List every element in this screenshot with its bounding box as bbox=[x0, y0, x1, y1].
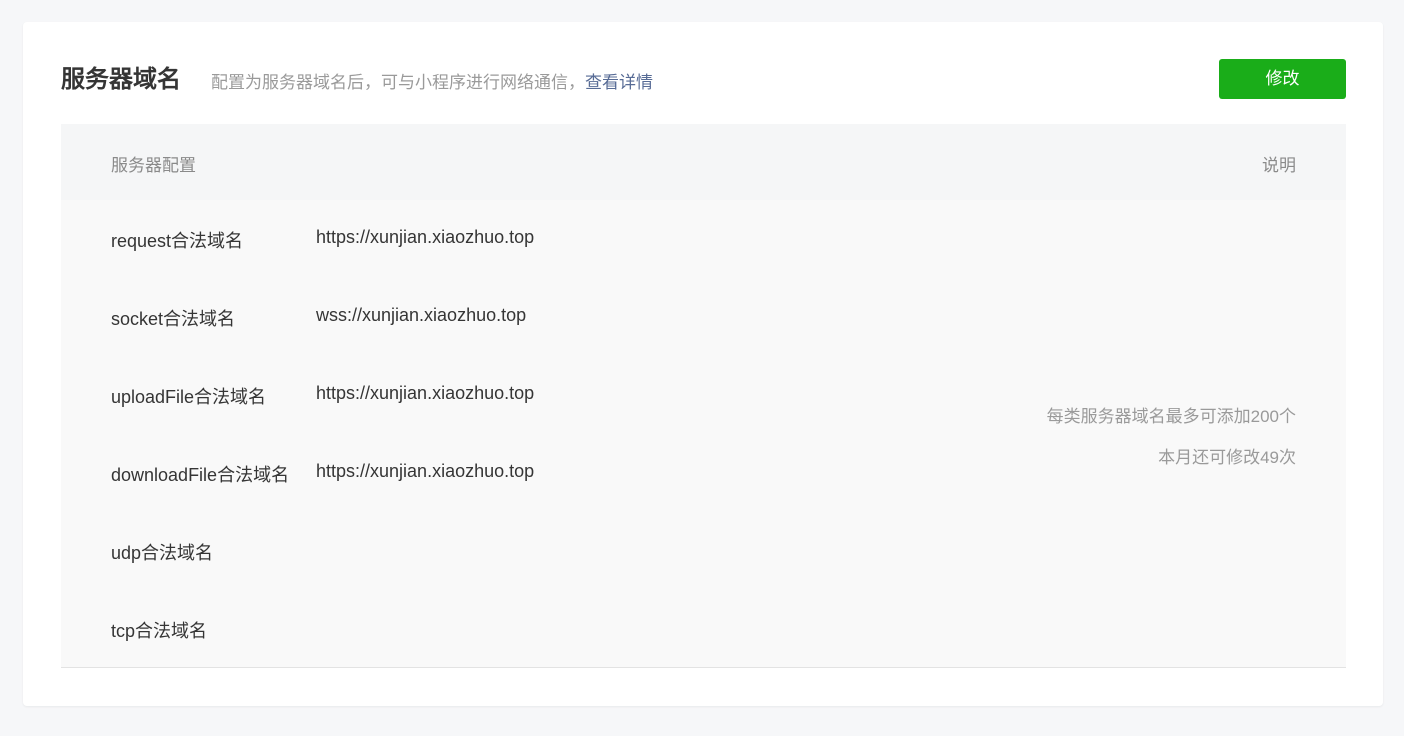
section-description: 配置为服务器域名后，可与小程序进行网络通信，查看详情 bbox=[211, 71, 653, 95]
row-label-socket: socket合法域名 bbox=[111, 309, 236, 329]
column-header-notes: 说明 bbox=[1262, 156, 1296, 175]
note-remaining-edits: 本月还可修改49次 bbox=[1158, 448, 1296, 467]
table-row: udp合法域名 bbox=[61, 512, 961, 590]
table-header: 服务器配置 说明 bbox=[61, 124, 1346, 200]
row-value-downloadfile: https://xunjian.xiaozhuo.top bbox=[316, 461, 535, 481]
notes-column: 每类服务器域名最多可添加200个 本月还可修改49次 bbox=[1047, 396, 1296, 478]
page-title: 服务器域名 bbox=[61, 66, 181, 93]
row-label-downloadfile: downloadFile合法域名 bbox=[111, 465, 290, 485]
row-label-tcp: tcp合法域名 bbox=[111, 621, 208, 641]
row-label-uploadfile: uploadFile合法域名 bbox=[111, 387, 267, 407]
row-value-request: https://xunjian.xiaozhuo.top bbox=[316, 227, 535, 247]
row-value-uploadfile: https://xunjian.xiaozhuo.top bbox=[316, 383, 535, 403]
row-label-request: request合法域名 bbox=[111, 231, 244, 251]
view-details-link[interactable]: 查看详情 bbox=[585, 73, 653, 92]
table-row: tcp合法域名 bbox=[61, 590, 961, 668]
note-max-domains: 每类服务器域名最多可添加200个 bbox=[1046, 407, 1296, 426]
table-row: socket合法域名 wss://xunjian.xiaozhuo.top bbox=[61, 278, 961, 356]
column-header-config: 服务器配置 bbox=[111, 156, 196, 175]
table-row: downloadFile合法域名 https://xunjian.xiaozhu… bbox=[61, 434, 961, 512]
row-value-socket: wss://xunjian.xiaozhuo.top bbox=[316, 305, 527, 325]
edit-button[interactable]: 修改 bbox=[1219, 59, 1346, 99]
server-domain-card: 服务器域名 配置为服务器域名后，可与小程序进行网络通信，查看详情 修改 服务器配… bbox=[23, 22, 1383, 706]
row-label-udp: udp合法域名 bbox=[111, 543, 214, 563]
table-row: uploadFile合法域名 https://xunjian.xiaozhuo.… bbox=[61, 356, 961, 434]
description-text: 配置为服务器域名后，可与小程序进行网络通信， bbox=[211, 73, 585, 92]
section-header: 服务器域名 配置为服务器域名后，可与小程序进行网络通信，查看详情 修改 bbox=[61, 59, 1346, 99]
table-row: request合法域名 https://xunjian.xiaozhuo.top bbox=[61, 200, 961, 278]
domain-config-table: 服务器配置 说明 request合法域名 https://xunjian.xia… bbox=[61, 124, 1346, 668]
